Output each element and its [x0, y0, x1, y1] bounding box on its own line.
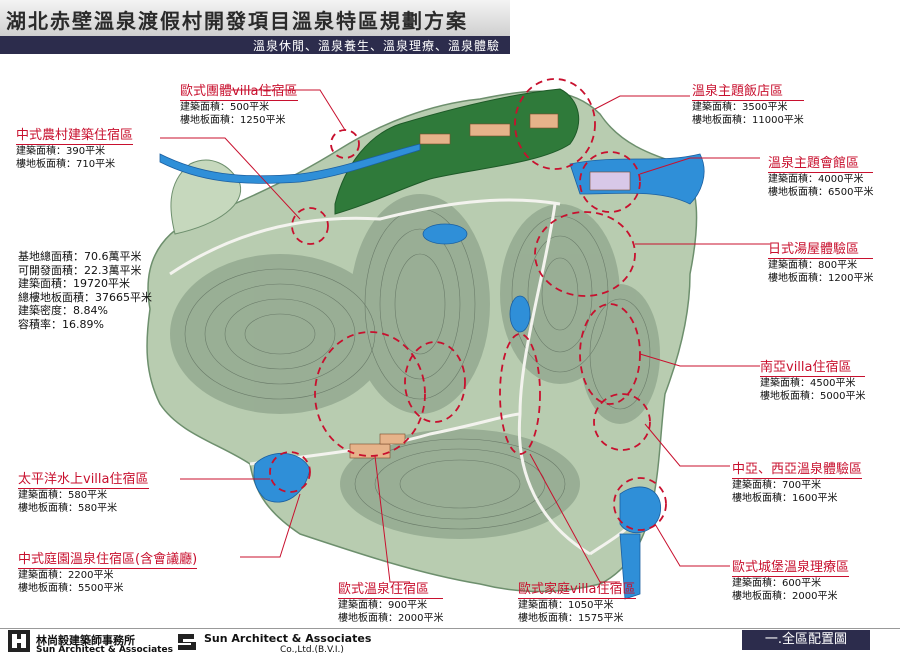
zone-building-area: 建築面積：580平米: [18, 490, 108, 501]
zone-building-area: 建築面積：1050平米: [518, 600, 614, 611]
zone-name: 歐式城堡溫泉理療區: [732, 556, 850, 577]
zone-building-area: 建築面積：500平米: [180, 102, 270, 113]
stat-plot-ratio: 容積率：16.89%: [18, 317, 104, 331]
zone-label-pacific-water-villa[interactable]: 太平洋水上villa住宿區 建築面積：580平米 樓地板面積：580平米: [18, 468, 149, 515]
zone-building-area: 建築面積：4500平米: [760, 378, 856, 389]
zone-floor-area: 樓地板面積：1600平米: [732, 493, 838, 504]
drawing-title: 一.全區配置圖: [742, 630, 870, 650]
zone-floor-area: 樓地板面積：2000平米: [732, 591, 838, 602]
zone-label-theme-clubhouse[interactable]: 溫泉主題會館區 建築面積：4000平米 樓地板面積：6500平米: [768, 152, 874, 199]
zone-label-central-west-asia[interactable]: 中亞、西亞溫泉體驗區 建築面積：700平米 樓地板面積：1600平米: [732, 458, 863, 505]
zone-name: 中式農村建築住宿區: [16, 124, 134, 145]
zone-label-european-hot-spring[interactable]: 歐式溫泉住宿區 建築面積：900平米 樓地板面積：2000平米: [338, 578, 444, 625]
company-logo-icon: [8, 630, 30, 652]
zone-floor-area: 樓地板面積：6500平米: [768, 187, 874, 198]
company2-subname: Co.,Ltd.(B.V.I.): [280, 645, 344, 655]
company2-logo-icon: [176, 630, 198, 652]
zone-floor-area: 樓地板面積：580平米: [18, 503, 118, 514]
zone-name: 中亞、西亞溫泉體驗區: [732, 458, 863, 479]
zone-name: 日式湯屋體驗區: [768, 238, 874, 259]
zone-floor-area: 樓地板面積：5000平米: [760, 391, 866, 402]
zone-building-area: 建築面積：600平米: [732, 578, 822, 589]
site-plan-map[interactable]: [0, 54, 900, 628]
stat-total-floor-area: 總樓地板面積：37665平米: [18, 290, 152, 304]
title-bar: 湖北赤壁溫泉渡假村開發項目溫泉特區規劃方案: [0, 0, 510, 37]
zone-name: 歐式團體villa住宿區: [180, 80, 298, 101]
zone-label-european-family-villa[interactable]: 歐式家庭villa住宿區 建築面積：1050平米 樓地板面積：1575平米: [518, 578, 636, 625]
zone-building-area: 建築面積：390平米: [16, 146, 106, 157]
zone-floor-area: 樓地板面積：5500平米: [18, 583, 124, 594]
page-subtitle: 溫泉休閒、溫泉養生、溫泉理療、溫泉體驗: [252, 39, 500, 53]
zone-name: 南亞villa住宿區: [760, 356, 866, 377]
zone-building-area: 建築面積：3500平米: [692, 102, 788, 113]
stat-building-density: 建築密度：8.84%: [18, 304, 108, 317]
subtitle-bar: 溫泉休閒、溫泉養生、溫泉理療、溫泉體驗: [0, 36, 510, 54]
zone-floor-area: 樓地板面積：2000平米: [338, 613, 444, 624]
zone-floor-area: 樓地板面積：1250平米: [180, 115, 286, 126]
zone-building-area: 建築面積：700平米: [732, 480, 822, 491]
zone-floor-area: 樓地板面積：1200平米: [768, 273, 874, 284]
site-statistics: 基地總面積：70.6萬平米 可開發面積：22.3萬平米 建築面積：19720平米…: [18, 250, 152, 331]
zone-building-area: 建築面積：2200平米: [18, 570, 114, 581]
zone-name: 歐式溫泉住宿區: [338, 578, 444, 599]
zone-name: 溫泉主題會館區: [768, 152, 874, 173]
stat-building-area: 建築面積：19720平米: [18, 277, 130, 290]
zone-building-area: 建築面積：4000平米: [768, 174, 864, 185]
stat-developable-area: 可開發面積：22.3萬平米: [18, 263, 142, 277]
zone-label-european-castle[interactable]: 歐式城堡溫泉理療區 建築面積：600平米 樓地板面積：2000平米: [732, 556, 850, 603]
zone-floor-area: 樓地板面積：1575平米: [518, 613, 624, 624]
zone-building-area: 建築面積：800平米: [768, 260, 858, 271]
zone-name: 太平洋水上villa住宿區: [18, 468, 149, 489]
company-name-en: Sun Architect & Associates: [36, 645, 173, 655]
zone-floor-area: 樓地板面積：11000平米: [692, 115, 804, 126]
zone-name: 溫泉主題飯店區: [692, 80, 804, 101]
zone-floor-area: 樓地板面積：710平米: [16, 159, 116, 170]
zone-label-chinese-farm[interactable]: 中式農村建築住宿區 建築面積：390平米 樓地板面積：710平米: [16, 124, 134, 171]
stat-total-area: 基地總面積：70.6萬平米: [18, 250, 142, 263]
zone-label-european-group-villa[interactable]: 歐式團體villa住宿區 建築面積：500平米 樓地板面積：1250平米: [180, 80, 298, 127]
company2-name: Sun Architect & Associates: [204, 632, 372, 645]
page-title: 湖北赤壁溫泉渡假村開發項目溫泉特區規劃方案: [6, 9, 468, 33]
zone-label-japanese-bathhouse[interactable]: 日式湯屋體驗區 建築面積：800平米 樓地板面積：1200平米: [768, 238, 874, 285]
zone-label-theme-hotel[interactable]: 溫泉主題飯店區 建築面積：3500平米 樓地板面積：11000平米: [692, 80, 804, 127]
zone-name: 中式庭園溫泉住宿區(含會議廳): [18, 548, 198, 569]
zone-building-area: 建築面積：900平米: [338, 600, 428, 611]
zone-label-chinese-garden[interactable]: 中式庭園溫泉住宿區(含會議廳) 建築面積：2200平米 樓地板面積：5500平米: [18, 548, 198, 595]
zone-name: 歐式家庭villa住宿區: [518, 578, 636, 599]
zone-label-south-asia-villa[interactable]: 南亞villa住宿區 建築面積：4500平米 樓地板面積：5000平米: [760, 356, 866, 403]
